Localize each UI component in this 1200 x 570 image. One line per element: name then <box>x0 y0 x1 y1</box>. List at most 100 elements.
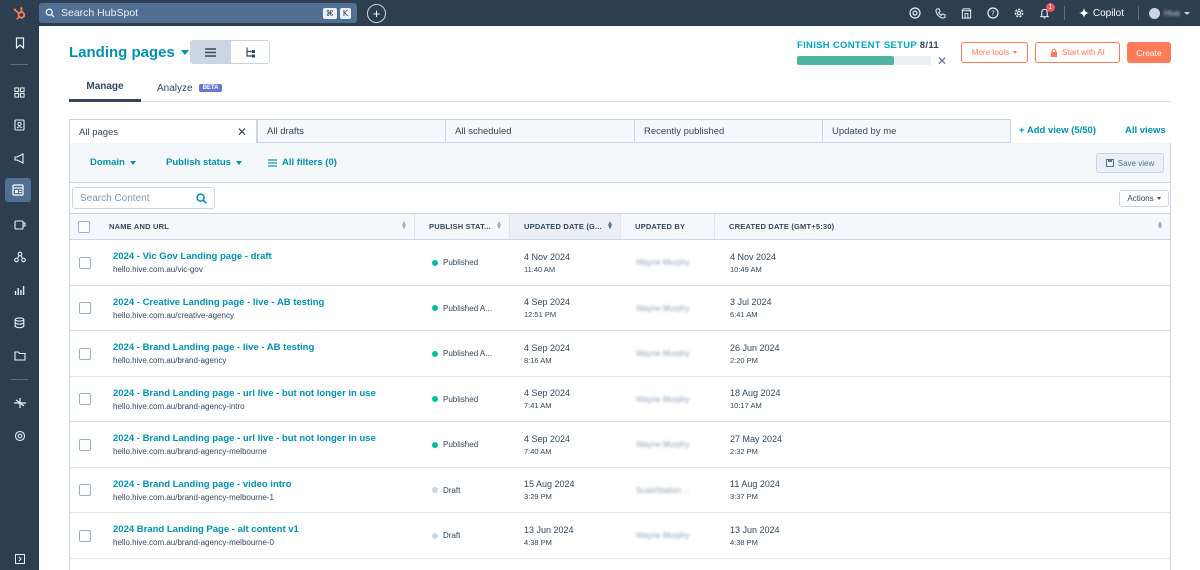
data-management-database-icon[interactable] <box>0 311 39 335</box>
tree-view-icon[interactable] <box>229 41 270 63</box>
row-checkbox[interactable] <box>79 393 91 405</box>
create-button[interactable]: Create <box>1127 42 1171 63</box>
start-with-ai-button[interactable]: Start with AI <box>1035 42 1120 63</box>
table-row[interactable]: 2024 - Brand Landing page - video intro h… <box>70 468 1170 513</box>
row-checkbox[interactable] <box>79 484 91 496</box>
table-row[interactable]: 2024 - Creative Landing page - live - AB… <box>70 286 1170 331</box>
table-row[interactable]: 2024 - Brand Landing page - live - AB te… <box>70 331 1170 377</box>
created-date: 13 Jun 2024 <box>730 524 780 535</box>
integrations-icon[interactable] <box>0 424 39 448</box>
contacts-icon[interactable] <box>0 113 39 137</box>
page-title-dropdown[interactable]: Landing pages <box>69 44 189 61</box>
account-menu[interactable]: Hive <box>1145 7 1200 19</box>
page-url: hello.hive.com.au/brand-agency-intro <box>113 401 245 411</box>
view-tab-recently-published[interactable]: Recently published <box>634 119 823 143</box>
workspaces-grid-icon[interactable] <box>0 80 39 104</box>
list-view-icon[interactable] <box>191 41 230 63</box>
filter-bar: Domain Publish status All filters (0) Sa… <box>69 143 1171 183</box>
actions-label: Actions <box>1127 194 1154 203</box>
column-header-updated-date[interactable]: UPDATED DATE (G... ▴ ▾ <box>510 214 621 239</box>
content-setup-progress[interactable]: FINISH CONTENT SETUP 8/11 ✕ <box>797 40 947 68</box>
select-all-checkbox[interactable] <box>78 220 90 233</box>
notifications-bell-icon[interactable]: 1 <box>1032 0 1058 26</box>
column-header-name[interactable]: NAME AND URL ▴ ▾ <box>95 214 415 239</box>
domain-filter[interactable]: Domain <box>90 157 136 168</box>
table-row[interactable]: 2024 - Vic Gov Landing page - draft hello… <box>70 240 1170 286</box>
status-badge: Published <box>443 394 479 404</box>
shortcut-key-k: K <box>339 7 351 19</box>
sales-icon[interactable] <box>0 212 39 236</box>
actions-dropdown[interactable]: Actions <box>1119 190 1169 207</box>
view-tab-all-scheduled[interactable]: All scheduled <box>445 119 635 143</box>
chevron-down-icon <box>235 160 242 165</box>
row-checkbox[interactable] <box>79 302 91 314</box>
column-header-updated-by[interactable]: UPDATED BY <box>621 214 715 239</box>
top-navigation-bar: Search HubSpot ⌘ K + ? 1 Copilot Hive <box>0 0 1200 26</box>
updated-date: 15 Aug 2024 <box>524 479 575 489</box>
close-icon[interactable]: ✕ <box>937 54 947 68</box>
phone-icon[interactable] <box>928 0 954 26</box>
column-header-publish-status[interactable]: PUBLISH STAT... ▴ ▾ <box>415 214 510 239</box>
settings-gear-icon[interactable] <box>1006 0 1032 26</box>
view-tab-all-drafts[interactable]: All drafts <box>257 119 446 143</box>
page-name-link[interactable]: 2024 Brand Landing Page - alt content v1 <box>113 524 413 535</box>
breeze-ai-icon[interactable] <box>0 391 39 415</box>
library-folder-icon[interactable] <box>0 343 39 367</box>
add-view-button[interactable]: + Add view (5/50) <box>1019 125 1096 136</box>
status-dot <box>432 259 438 266</box>
reporting-chart-icon[interactable] <box>0 278 39 302</box>
search-icon[interactable] <box>196 192 207 204</box>
quick-create-plus-icon[interactable]: + <box>367 3 386 23</box>
marketplace-icon[interactable] <box>954 0 980 26</box>
row-checkbox[interactable] <box>79 438 91 451</box>
column-header-label: NAME AND URL <box>109 222 170 231</box>
row-checkbox-cell <box>79 331 91 376</box>
row-checkbox-cell <box>79 377 91 422</box>
hubspot-logo-icon[interactable] <box>0 0 39 26</box>
shortcut-key-cmd: ⌘ <box>322 7 337 19</box>
more-tools-button[interactable]: More tools <box>961 42 1028 63</box>
tab-analyze[interactable]: Analyze BETA <box>157 74 223 102</box>
calling-icon[interactable] <box>902 0 928 26</box>
page-name-link[interactable]: 2024 - Brand Landing page - live - AB te… <box>113 342 413 353</box>
service-icon[interactable] <box>0 245 39 269</box>
marketing-megaphone-icon[interactable] <box>0 146 39 170</box>
content-search-input[interactable] <box>80 192 196 204</box>
content-search-box <box>72 187 215 209</box>
save-view-button[interactable]: Save view <box>1096 153 1164 173</box>
help-icon[interactable]: ? <box>980 0 1006 26</box>
all-views-link[interactable]: All views <box>1125 125 1166 136</box>
updated-by-name: Wayne Murphy <box>636 440 690 449</box>
all-filters-button[interactable]: All filters (0) <box>268 157 337 168</box>
bookmark-icon[interactable] <box>0 31 39 55</box>
table-row[interactable]: 2024 Brand Landing Page - alt content v1… <box>70 513 1170 559</box>
updated-time: 11:40 AM <box>524 264 556 274</box>
copilot-button[interactable]: Copilot <box>1071 8 1132 19</box>
close-icon[interactable]: ✕ <box>237 125 247 139</box>
page-name-link[interactable]: 2024 - Brand Landing page - url live - b… <box>113 433 413 444</box>
row-checkbox[interactable] <box>79 529 91 542</box>
content-icon[interactable] <box>5 178 31 202</box>
tab-manage[interactable]: Manage <box>69 74 141 102</box>
created-date-cell: 27 May 2024 2:32 PM <box>730 422 782 467</box>
page-name-link[interactable]: 2024 - Brand Landing page - video intro <box>113 479 413 490</box>
row-checkbox[interactable] <box>79 256 91 269</box>
page-name-link[interactable]: 2024 - Vic Gov Landing page - draft <box>113 251 413 262</box>
publish-status-cell: Published A... <box>432 331 492 376</box>
publish-status-cell: Draft <box>432 468 460 513</box>
updated-by-name: Wayne Murphy <box>636 531 690 540</box>
row-checkbox[interactable] <box>79 347 91 360</box>
publish-status-filter[interactable]: Publish status <box>166 157 242 168</box>
global-search-input[interactable]: Search HubSpot ⌘ K <box>39 3 357 23</box>
expand-sidebar-icon[interactable] <box>0 547 39 570</box>
page-name-link[interactable]: 2024 - Brand Landing page - url live - b… <box>113 388 413 399</box>
sort-icon: ▴ ▾ <box>1158 220 1162 231</box>
view-tab-updated-by-me[interactable]: Updated by me <box>822 119 1011 143</box>
table-row[interactable]: 2024 - Brand Landing page - url live - b… <box>70 422 1170 468</box>
updated-by-cell: Wayne Murphy <box>636 377 690 422</box>
updated-by-cell: Wayne Murphy <box>636 513 690 558</box>
page-name-link[interactable]: 2024 - Creative Landing page - live - AB… <box>113 297 413 308</box>
column-header-created-date[interactable]: CREATED DATE (GMT+5:30) ▴ ▾ <box>715 214 1170 239</box>
table-row[interactable]: 2024 - Brand Landing page - url live - b… <box>70 377 1170 422</box>
view-tab-all-pages[interactable]: All pages ✕ <box>69 119 257 144</box>
